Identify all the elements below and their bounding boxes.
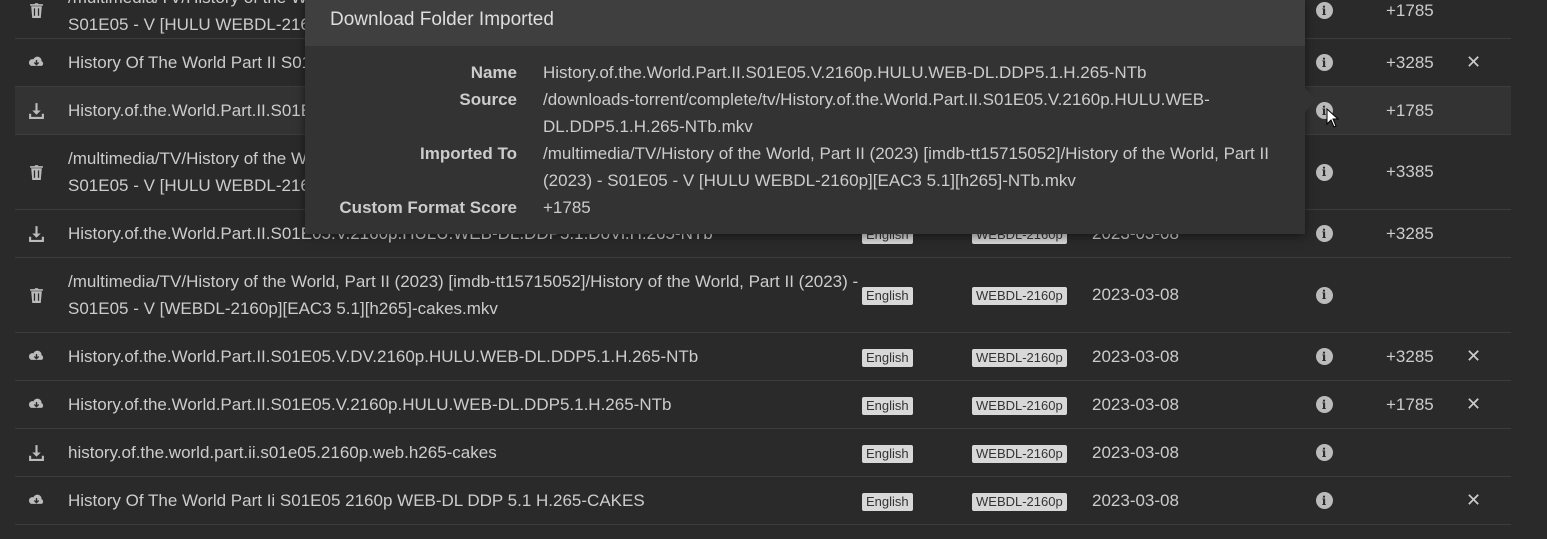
info-cell[interactable]: i <box>1304 348 1344 365</box>
mark-failed-button[interactable]: ✕ <box>1454 394 1514 415</box>
cloud-download-icon <box>15 348 58 365</box>
field-label: Name <box>470 63 517 82</box>
field-value: /multimedia/TV/History of the World, Par… <box>543 144 1269 190</box>
table-row: History.of.the.World.Part.II.S01E05.V.21… <box>15 381 1511 429</box>
mark-failed-button[interactable]: ✕ <box>1454 346 1514 367</box>
field-value: History.of.the.World.Part.II.S01E05.V.21… <box>543 63 1147 82</box>
field-label: Custom Format Score <box>339 198 517 217</box>
cloud-download-icon <box>15 54 58 71</box>
field-label: Source <box>459 90 517 109</box>
date-cell: 2023-03-08 <box>1092 346 1179 366</box>
download-icon <box>15 225 58 242</box>
language-badge: English <box>862 287 913 305</box>
custom-format-score: +3285 <box>1386 52 1434 72</box>
popover-row-custom-format-score: Custom Format Score +1785 <box>305 194 1305 221</box>
quality-cell: WEBDL-2160p <box>972 285 1092 305</box>
info-icon[interactable]: i <box>1315 492 1333 509</box>
source-title: History Of The World Part Ii S01E05 2160… <box>68 491 645 510</box>
quality-cell: WEBDL-2160p <box>972 395 1092 415</box>
info-cell[interactable]: i <box>1304 225 1344 242</box>
language-badge: English <box>862 348 913 367</box>
source-title: /multimedia/TV/History of the World, Par… <box>68 272 859 318</box>
field-label: Imported To <box>420 144 517 163</box>
table-row: /multimedia/TV/History of the World, Par… <box>15 258 1511 333</box>
custom-format-score: +1785 <box>1386 0 1434 20</box>
field-value: /downloads-torrent/complete/tv/History.o… <box>543 90 1210 136</box>
mouse-cursor-icon <box>1326 108 1340 128</box>
language-badge: English <box>862 444 913 463</box>
language-cell: English <box>862 443 972 463</box>
cloud-download-icon <box>15 492 58 509</box>
popover-row-name: Name History.of.the.World.Part.II.S01E05… <box>305 59 1305 86</box>
popover-body: Name History.of.the.World.Part.II.S01E05… <box>305 46 1305 221</box>
language-cell: English <box>862 285 972 305</box>
quality-badge: WEBDL-2160p <box>972 492 1067 511</box>
date-cell: 2023-03-08 <box>1092 285 1179 304</box>
date-cell: 2023-03-08 <box>1092 490 1179 510</box>
cloud-download-icon <box>15 396 58 413</box>
source-title: History.of.the.World.Part.II.S01E05.V.DV… <box>68 347 699 366</box>
info-cell[interactable]: i <box>1304 444 1344 461</box>
date-cell: 2023-03-08 <box>1092 442 1179 462</box>
quality-cell: WEBDL-2160p <box>972 347 1092 367</box>
quality-cell: WEBDL-2160p <box>972 443 1092 463</box>
trash-icon <box>15 287 58 304</box>
info-icon[interactable]: i <box>1315 163 1333 181</box>
source-title: history.of.the.world.part.ii.s01e05.2160… <box>68 443 497 462</box>
info-cell[interactable]: i <box>1304 396 1344 413</box>
language-cell: English <box>862 395 972 415</box>
info-cell[interactable]: i <box>1304 163 1344 181</box>
info-cell[interactable]: i <box>1304 2 1344 19</box>
info-icon[interactable]: i <box>1315 444 1333 461</box>
popover-title: Download Folder Imported <box>305 0 1305 46</box>
quality-badge: WEBDL-2160p <box>972 396 1067 415</box>
quality-badge: WEBDL-2160p <box>972 444 1067 463</box>
custom-format-score: +3285 <box>1386 346 1434 366</box>
mark-failed-button[interactable]: ✕ <box>1454 52 1514 73</box>
popover-row-imported-to: Imported To /multimedia/TV/History of th… <box>305 140 1305 194</box>
popover-arrow <box>1305 88 1317 112</box>
date-cell: 2023-03-08 <box>1092 394 1179 414</box>
language-badge: English <box>862 492 913 511</box>
info-icon[interactable]: i <box>1315 225 1333 242</box>
info-cell[interactable]: i <box>1304 286 1344 304</box>
custom-format-score: +3385 <box>1386 162 1434 181</box>
info-icon[interactable]: i <box>1315 2 1333 19</box>
quality-badge: WEBDL-2160p <box>972 348 1067 367</box>
download-icon <box>15 102 58 119</box>
download-icon <box>15 444 58 461</box>
table-row: history.of.the.world.part.ii.s01e05.2160… <box>15 429 1511 477</box>
info-cell[interactable]: i <box>1304 492 1344 509</box>
language-cell: English <box>862 491 972 511</box>
mark-failed-button[interactable]: ✕ <box>1454 490 1514 511</box>
quality-badge: WEBDL-2160p <box>972 287 1067 305</box>
info-icon[interactable]: i <box>1315 286 1333 304</box>
custom-format-score: +1785 <box>1386 100 1434 120</box>
language-badge: English <box>862 396 913 415</box>
source-title: History.of.the.World.Part.II.S01E05.V.21… <box>68 395 672 414</box>
popover-row-source: Source /downloads-torrent/complete/tv/Hi… <box>305 86 1305 140</box>
field-value: +1785 <box>543 198 591 217</box>
custom-format-score: +1785 <box>1386 394 1434 414</box>
info-icon[interactable]: i <box>1315 348 1333 365</box>
info-cell[interactable]: i <box>1304 54 1344 71</box>
info-icon[interactable]: i <box>1315 396 1333 413</box>
language-cell: English <box>862 347 972 367</box>
trash-icon <box>15 164 58 181</box>
info-icon[interactable]: i <box>1315 54 1333 71</box>
custom-format-score: +3285 <box>1386 223 1434 243</box>
table-row: History Of The World Part Ii S01E05 2160… <box>15 477 1511 525</box>
event-details-popover: Download Folder Imported Name History.of… <box>305 0 1305 234</box>
trash-icon <box>15 2 58 19</box>
table-row: History.of.the.World.Part.II.S01E05.V.DV… <box>15 333 1511 381</box>
quality-cell: WEBDL-2160p <box>972 491 1092 511</box>
